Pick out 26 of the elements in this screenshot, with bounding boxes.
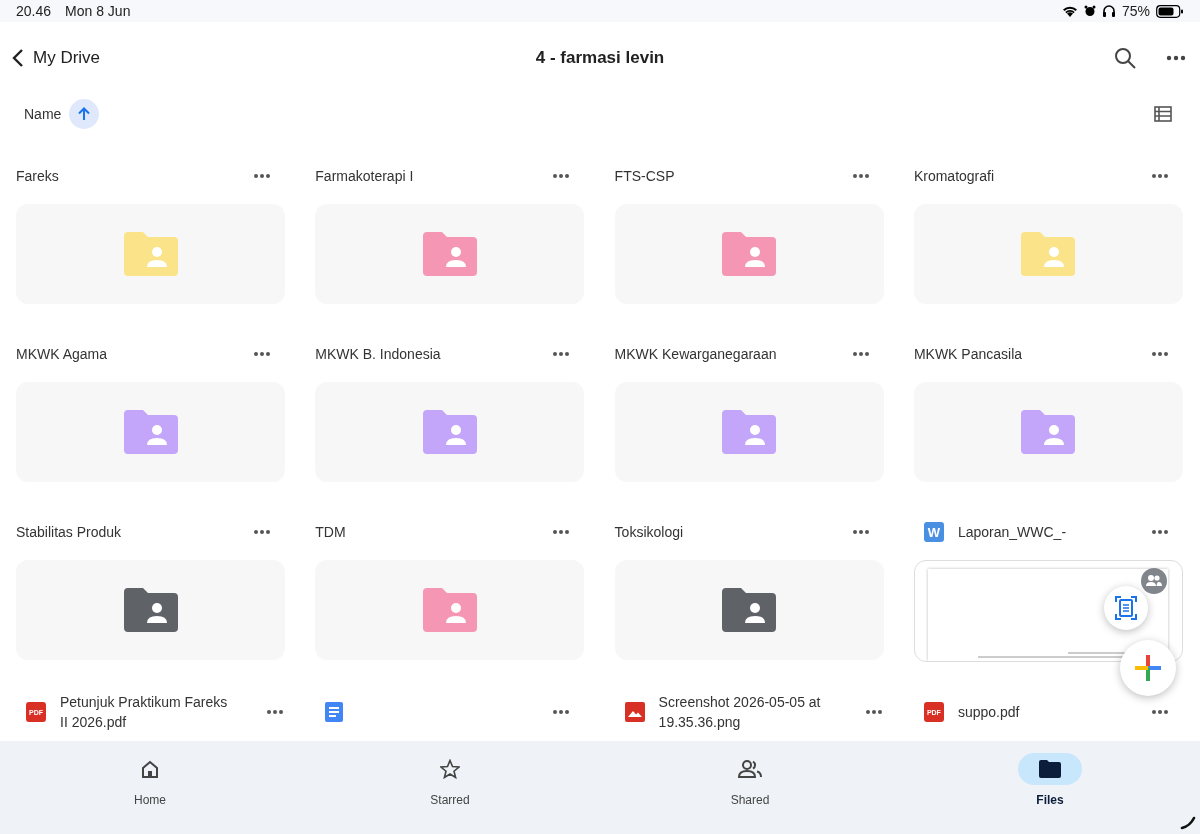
item-name[interactable]: Farmakoterapi I: [315, 166, 414, 186]
item-name[interactable]: Laporan_WWC_-: [957, 522, 1067, 542]
item-name[interactable]: MKWK Agama: [16, 344, 108, 364]
item-name[interactable]: FTS-CSP: [614, 166, 675, 186]
folder-title: 4 - farmasi levin: [535, 48, 665, 68]
item-name[interactable]: Stabilitas Produk: [16, 522, 122, 542]
item-name[interactable]: suppo.pdf: [957, 702, 1020, 722]
nav-tab[interactable]: Files: [900, 741, 1200, 834]
nav-tab[interactable]: Starred: [300, 741, 600, 834]
item-name[interactable]: TDM: [315, 522, 346, 542]
nav-tab[interactable]: Home: [0, 741, 300, 834]
battery-percent: 75%: [1121, 3, 1150, 19]
item-name[interactable]: MKWK B. Indonesia: [315, 344, 441, 364]
item-name[interactable]: Toksikologi: [614, 522, 684, 542]
item-name[interactable]: Kromatografi: [913, 166, 995, 186]
item-name[interactable]: MKWK Kewarganegaraan: [614, 344, 777, 364]
back-button[interactable]: My Drive: [12, 48, 101, 68]
item-name[interactable]: Screenshot 2026-05-05 at 19.35.36.png: [658, 692, 837, 732]
word-file-icon: W: [923, 522, 944, 542]
item-name[interactable]: Petunjuk Praktikum Fareks II 2026.pdf: [60, 692, 238, 732]
nav-tab[interactable]: Shared: [600, 741, 900, 834]
item-name[interactable]: Fareks: [16, 166, 59, 186]
item-name[interactable]: MKWK Pancasila: [913, 344, 1023, 364]
sort-button[interactable]: Name: [24, 106, 62, 122]
status-date: Mon 8 Jun: [65, 3, 131, 19]
status-time: 20.46: [16, 3, 52, 19]
